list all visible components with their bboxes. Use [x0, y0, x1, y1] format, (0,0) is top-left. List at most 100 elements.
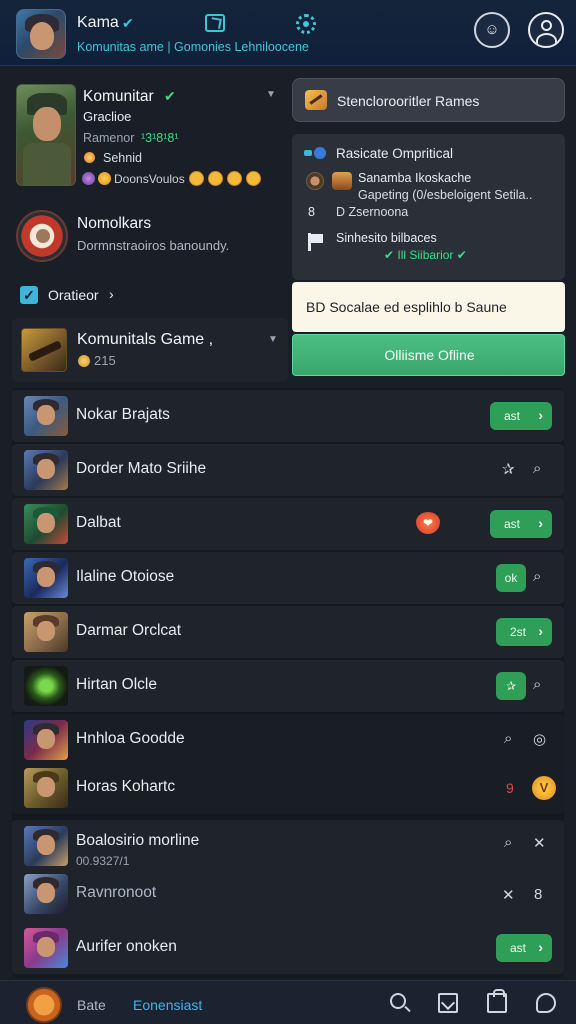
activity-line: Sanamba Ikoskache [358, 171, 472, 185]
games-button-label: Stenclorooritler Rames [337, 93, 480, 109]
game-title: Hnhloa Goodde [76, 730, 185, 747]
emoji-icon[interactable] [245, 171, 261, 186]
join-button[interactable]: ast › [496, 934, 552, 962]
nav-home[interactable]: Bate [77, 997, 106, 1013]
status-button[interactable]: ☺ [474, 12, 510, 48]
gold-badge-icon [98, 172, 111, 185]
game-controller-icon [305, 90, 327, 110]
game-subtitle: 00.9327/1 [76, 854, 130, 868]
join-label: ast [504, 409, 521, 423]
game-row[interactable]: Dorder Mato Sriihe ✰ ⌕ [12, 444, 564, 496]
settings-icon[interactable]: 8 [534, 886, 542, 903]
emoji-icon[interactable] [188, 171, 204, 186]
user-avatar[interactable] [306, 172, 324, 190]
game-row[interactable]: Hnhloa Goodde ⌕ ◎ [12, 714, 564, 766]
settings-icon[interactable] [296, 14, 316, 34]
bottom-nav: Bate Eonensiast [0, 980, 576, 1024]
search-icon[interactable]: ⌕ [533, 676, 541, 693]
activity-tag[interactable]: ✔ Ill Siibarior ✔ [384, 248, 467, 262]
game-thumbnail [24, 720, 68, 760]
server-logo [16, 210, 68, 262]
activity-number: 8 [308, 205, 315, 219]
filter-row[interactable]: ✓ Oratieor › [16, 282, 286, 310]
game-row[interactable]: Darmar Orclcat 2st › [12, 606, 564, 658]
heart-icon[interactable]: ❤ [416, 512, 440, 534]
profile-role: Graclioe [83, 109, 132, 124]
game-row[interactable]: Hirtan Olcle ✰ ⌕ [12, 660, 564, 712]
filter-label: Oratieor [48, 287, 99, 303]
verified-icon: ✔ [122, 15, 134, 31]
search-icon[interactable]: ⌕ [504, 834, 512, 851]
activity-subline: D Zsernoona [336, 205, 409, 219]
join-button[interactable]: ok [496, 564, 526, 592]
games-button[interactable]: Stenclorooritler Rames [292, 78, 565, 122]
join-label: ast [504, 517, 521, 531]
group-card[interactable]: Komunitals Game , ▼ 215 [12, 318, 288, 382]
join-button[interactable]: ✰ [496, 672, 526, 700]
reactions-row[interactable]: DoonsVoulos [82, 171, 261, 186]
shop-icon[interactable] [487, 989, 507, 1013]
search-icon[interactable]: ⌕ [533, 568, 541, 585]
join-button[interactable]: 2st › [496, 618, 552, 646]
game-title[interactable]: Ravnronoot [76, 884, 156, 902]
game-title: Horas Kohartc [76, 778, 176, 795]
game-row[interactable]: Nokar Brajats ast › [12, 390, 564, 442]
gold-badge-icon[interactable]: V [532, 776, 556, 800]
chevron-right-icon: › [538, 939, 543, 955]
target-icon[interactable]: ◎ [533, 730, 546, 748]
game-thumbnail [24, 874, 68, 914]
chevron-down-icon[interactable]: ▼ [268, 334, 278, 345]
game-row[interactable]: Aurifer onoken ast › [12, 922, 564, 974]
edit-icon[interactable] [205, 14, 225, 32]
flag-icon [308, 233, 324, 251]
game-row[interactable]: Ilaline Otoiose ok ⌕ [12, 552, 564, 604]
join-button[interactable]: ast › [490, 510, 552, 538]
join-label: ast [510, 941, 527, 955]
game-title: Aurifer onoken [76, 938, 177, 955]
close-icon[interactable]: ✕ [533, 834, 546, 852]
game-title[interactable]: Boalosirio morline [76, 832, 199, 850]
search-icon[interactable] [390, 993, 406, 1009]
server-card[interactable]: Nomolkars Dormnstraoiros banoundy. [0, 200, 286, 270]
join-button[interactable]: ast › [490, 402, 552, 430]
online-button[interactable]: Olliisme Ofline [292, 334, 565, 376]
game-title: Nokar Brajats [76, 406, 170, 423]
close-icon[interactable]: ✕ [502, 886, 515, 904]
game-thumbnail [24, 612, 68, 652]
rank-label: Ramenor [83, 131, 135, 145]
search-icon[interactable]: ⌕ [533, 460, 541, 477]
server-name: Nomolkars [77, 215, 152, 232]
count-badge: 9 [506, 780, 514, 796]
nav-community[interactable]: Eonensiast [133, 997, 202, 1013]
game-thumbnail [24, 768, 68, 808]
group-count: 215 [94, 353, 116, 368]
rank-value: ¹3¹8¹8¹ [141, 131, 179, 145]
chat-icon[interactable] [536, 993, 556, 1013]
user-avatar[interactable] [332, 172, 352, 190]
emoji-icon[interactable] [207, 171, 223, 186]
game-row-group: Boalosirio morline 00.9327/1 ⌕ ✕ Ravnron… [12, 820, 564, 926]
emoji-icon[interactable] [226, 171, 242, 186]
chevron-right-icon[interactable]: › [109, 286, 114, 302]
chevron-right-icon: › [538, 515, 543, 531]
status-dot-icon [84, 152, 95, 163]
profile-card[interactable]: Komunitar ✔ ▼ Graclioe Ramenor ¹3¹8¹8¹ S… [0, 70, 286, 198]
game-row[interactable]: Horas Kohartc 9 V [12, 762, 564, 814]
stats-icon[interactable] [438, 993, 458, 1013]
game-title: Dalbat [76, 514, 121, 531]
activity-card: Rasicate Ompritical Sanamba Ikoskache Ga… [292, 134, 565, 280]
suggestion-card[interactable]: BD Socalae ed esplihlo b Saune [292, 282, 565, 332]
chevron-down-icon[interactable]: ▼ [266, 89, 276, 100]
purple-badge-icon [82, 172, 95, 185]
reactions-label: DoonsVoulos [114, 172, 185, 186]
app-avatar[interactable] [16, 9, 66, 59]
search-icon[interactable]: ⌕ [504, 730, 512, 747]
filter-checkbox[interactable]: ✓ [20, 286, 38, 304]
profile-button[interactable] [528, 12, 564, 48]
app-logo-icon[interactable] [26, 987, 62, 1023]
server-description: Dormnstraoiros banoundy. [77, 238, 230, 253]
game-row[interactable]: Dalbat ❤ ast › [12, 498, 564, 550]
game-title: Dorder Mato Sriihe [76, 460, 207, 477]
game-thumbnail [24, 928, 68, 968]
star-icon[interactable]: ✰ [502, 460, 515, 478]
